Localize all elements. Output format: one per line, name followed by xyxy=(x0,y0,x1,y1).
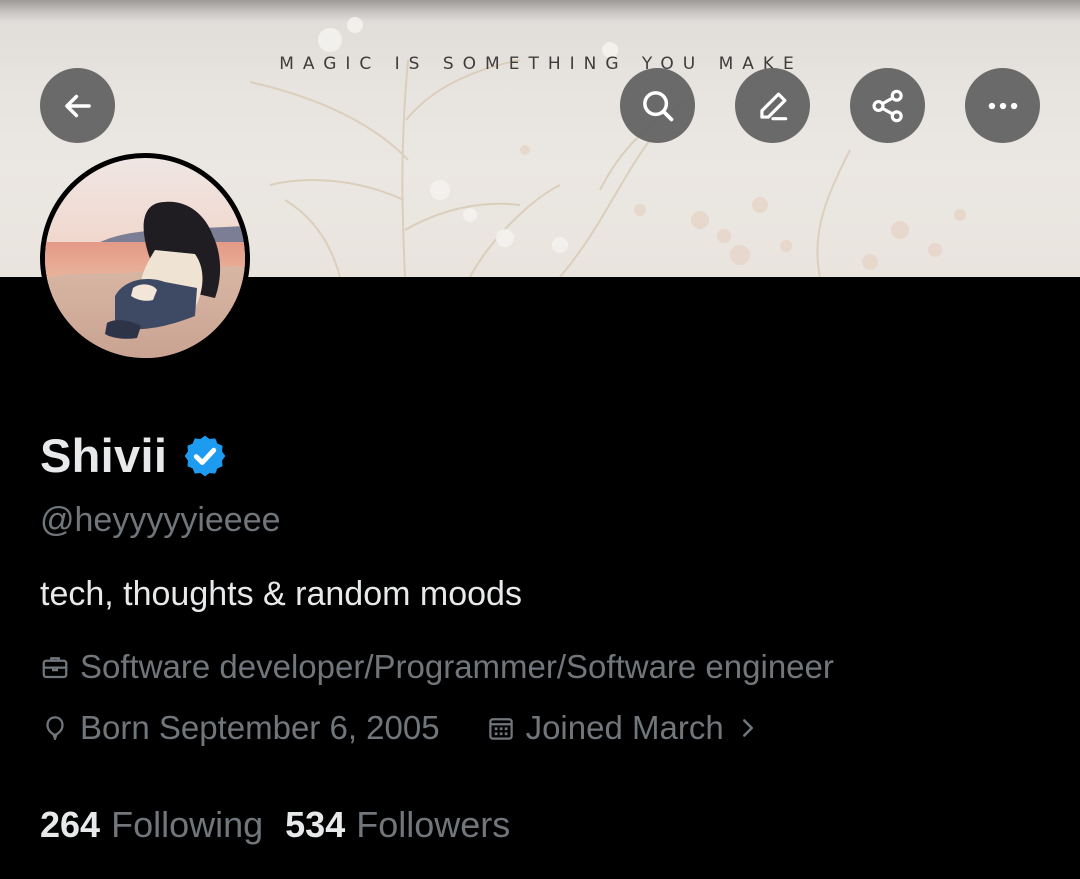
back-button[interactable] xyxy=(40,68,115,143)
search-button[interactable] xyxy=(620,68,695,143)
birthday-text: Born September 6, 2005 xyxy=(80,709,440,746)
following-count: 264 xyxy=(40,804,101,845)
following-link[interactable]: 264 Following xyxy=(40,803,263,847)
edit-button[interactable] xyxy=(735,68,810,143)
chevron-right-icon[interactable] xyxy=(736,713,760,743)
profession-text: Software developer/Programmer/Software e… xyxy=(80,648,834,685)
profession-row: Software developer/Programmer/Software e… xyxy=(40,647,834,687)
more-horizontal-icon xyxy=(988,102,1017,109)
follow-stats: 264 Following 534 Followers xyxy=(40,803,510,847)
verified-badge-icon[interactable] xyxy=(181,432,229,480)
balloon-icon xyxy=(46,716,64,740)
banner-quote: MAGIC IS SOMETHING YOU MAKE xyxy=(279,54,803,74)
more-options-button[interactable] xyxy=(965,68,1040,143)
bio: tech, thoughts & random moods xyxy=(40,575,522,613)
joined-date-link[interactable]: Joined March xyxy=(526,708,724,748)
calendar-icon xyxy=(488,718,513,740)
display-name-row: Shivii xyxy=(40,428,229,484)
following-label: Following xyxy=(111,804,264,845)
followers-label: Followers xyxy=(356,804,511,845)
followers-link[interactable]: 534 Followers xyxy=(285,803,510,847)
avatar[interactable] xyxy=(40,153,250,363)
display-name: Shivii xyxy=(40,429,168,482)
share-button[interactable] xyxy=(850,68,925,143)
username-handle: @heyyyyyieeee xyxy=(40,501,281,539)
share-icon xyxy=(871,89,903,122)
briefcase-icon xyxy=(42,657,68,679)
arrow-left-icon xyxy=(64,94,91,117)
avatar-image xyxy=(45,158,245,358)
pencil-icon xyxy=(759,92,787,120)
profile-page: MAGIC IS SOMETHING YOU MAKE Shivii @heyy… xyxy=(0,0,1080,879)
followers-count: 534 xyxy=(285,804,346,845)
search-icon xyxy=(642,90,673,121)
birthday-joined-row: Born September 6, 2005 Joined March xyxy=(40,708,760,748)
